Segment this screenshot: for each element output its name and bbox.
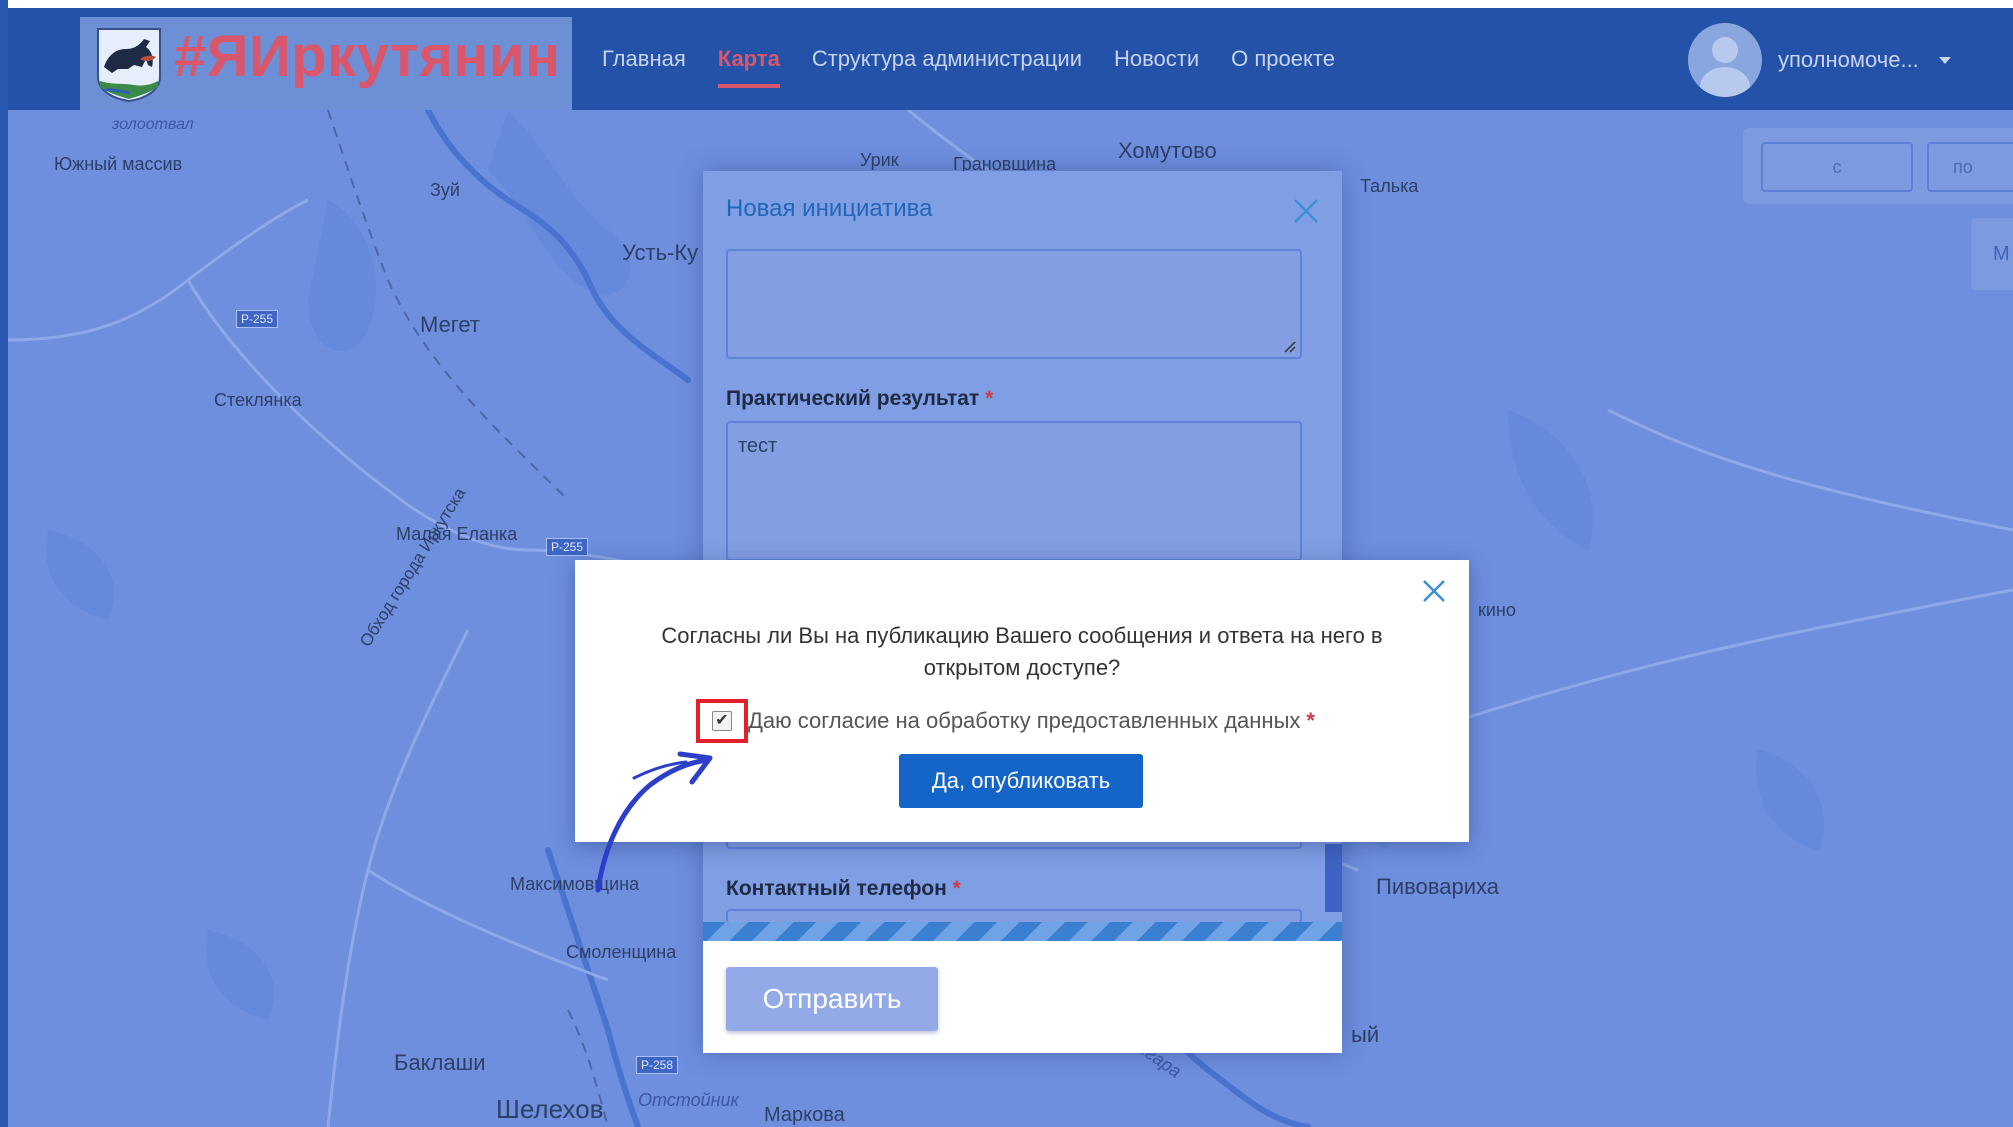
avatar-body	[1700, 67, 1750, 97]
user-name[interactable]: уполномоче...	[1778, 47, 1919, 73]
modal-title: Новая инициатива	[726, 195, 933, 222]
nav-item-map[interactable]: Карта	[717, 8, 780, 110]
map-side-button[interactable]: М	[1971, 218, 2013, 290]
map-label: Шелехов	[496, 1094, 604, 1124]
map-label: ый	[1351, 1022, 1380, 1047]
publish-button[interactable]: Да, опубликовать	[899, 754, 1143, 808]
road-badge: Р-255	[236, 310, 279, 328]
map-label: Талька	[1360, 176, 1419, 196]
map-label: кино	[1478, 600, 1516, 620]
practical-result-label: Практический результат *	[726, 387, 993, 411]
map-label: Урик	[860, 150, 899, 170]
date-from-input[interactable]: с	[1761, 142, 1913, 192]
nav-item-administration[interactable]: Структура администрации	[812, 8, 1082, 110]
logo[interactable]: #ЯИркутянин	[80, 17, 572, 110]
left-border	[0, 0, 8, 1127]
phone-label-text: Контактный телефон	[726, 877, 947, 900]
practical-result-value: тест	[738, 435, 778, 457]
required-mark: *	[985, 387, 994, 410]
nav-item-home[interactable]: Главная	[602, 8, 686, 110]
annotation-arrow-icon	[595, 751, 713, 893]
map-label: золоотвал	[112, 116, 194, 133]
practical-result-textarea[interactable]: тест	[726, 421, 1302, 561]
nav-item-about[interactable]: О проекте	[1231, 8, 1335, 110]
consent-label[interactable]: Даю согласие на обработку предоставленны…	[748, 708, 1315, 734]
user-menu[interactable]: уполномоче...	[1688, 23, 1951, 97]
top-border	[8, 0, 2013, 8]
map-label: Зуй	[430, 180, 460, 200]
consent-row: ✔ Даю согласие на обработку предоставлен…	[696, 698, 1315, 744]
consent-question: Согласны ли Вы на публикацию Вашего сооб…	[661, 623, 1383, 680]
map-label: Малая Еланка	[396, 524, 518, 544]
practical-result-label-text: Практический результат	[726, 387, 980, 410]
map-label: Стеклянка	[214, 390, 302, 410]
phone-label: Контактный телефон *	[726, 877, 961, 901]
road-badge: Р-258	[636, 1056, 679, 1074]
map-label: Мегет	[420, 312, 480, 337]
map-label: Отстойник	[638, 1090, 740, 1110]
consent-label-text: Даю согласие на обработку предоставленны…	[748, 708, 1301, 733]
irkutsk-emblem-icon	[97, 28, 161, 103]
checkbox-highlight: ✔	[696, 699, 748, 743]
map-label: Маркова	[764, 1104, 845, 1126]
map-label: Смоленщина	[566, 942, 677, 962]
required-mark: *	[952, 877, 961, 900]
loading-progress-bar	[703, 922, 1342, 941]
map-label: Пивовариха	[1376, 874, 1499, 899]
navbar: #ЯИркутянин Главная Карта Структура адми…	[8, 8, 2013, 110]
date-filter-panel: с по	[1743, 128, 2013, 204]
map-label: Баклаши	[394, 1050, 486, 1075]
screen: золоотвал Южный массив Зуй Урик Грановщи…	[0, 0, 2013, 1127]
avatar[interactable]	[1688, 23, 1762, 97]
map-label: Южный массив	[54, 154, 183, 174]
map-label: Усть-Ку	[622, 240, 699, 265]
consent-checkbox[interactable]: ✔	[712, 711, 732, 731]
modal-scrollbar[interactable]	[1325, 844, 1342, 912]
resize-grip-icon[interactable]	[1282, 339, 1296, 353]
required-mark: *	[1306, 708, 1315, 733]
submit-button[interactable]: Отправить	[726, 967, 938, 1031]
date-to-input[interactable]: по	[1927, 142, 2013, 192]
avatar-head	[1712, 37, 1738, 63]
close-icon[interactable]	[1419, 576, 1449, 606]
close-icon[interactable]	[1290, 195, 1322, 227]
description-textarea[interactable]	[726, 249, 1302, 359]
logo-text: #ЯИркутянин	[174, 24, 561, 89]
phone-input[interactable]	[726, 909, 1302, 923]
map-label: Хомутово	[1118, 138, 1217, 163]
nav-item-news[interactable]: Новости	[1114, 8, 1199, 110]
chevron-down-icon[interactable]	[1938, 56, 1951, 64]
main-nav: Главная Карта Структура администрации Но…	[602, 8, 1367, 110]
road-badge: Р-255	[546, 538, 589, 556]
